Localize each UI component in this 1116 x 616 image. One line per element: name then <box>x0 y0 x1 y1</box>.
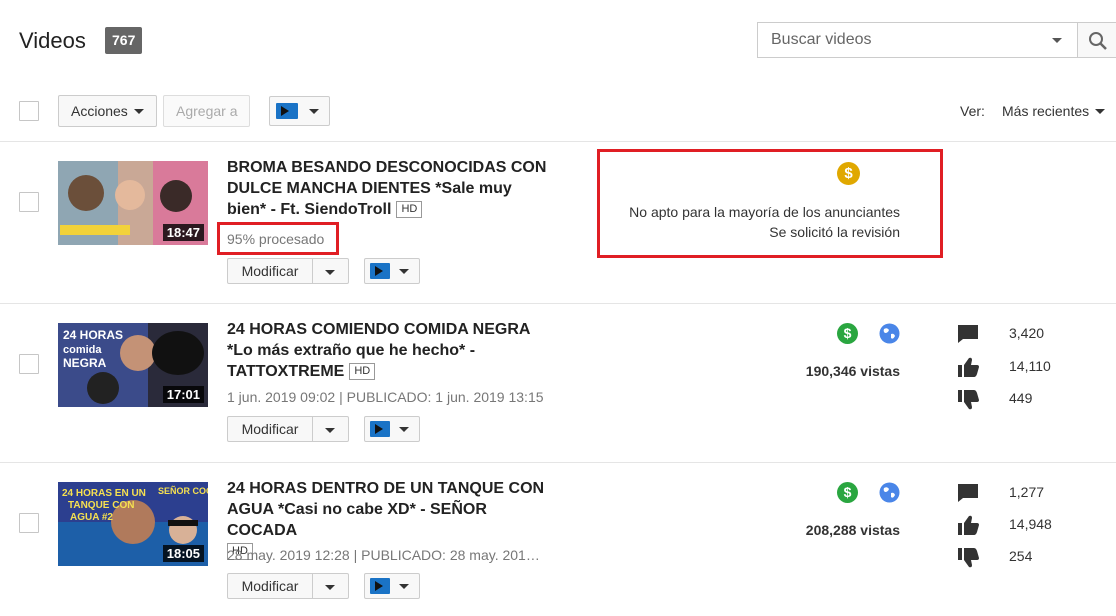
chevron-down-icon <box>133 108 144 114</box>
channel-logo-icon <box>370 421 390 437</box>
edit-dropdown[interactable] <box>314 259 348 283</box>
svg-text:AGUA #2: AGUA #2 <box>70 512 113 523</box>
video-thumbnail[interactable]: 18:47 <box>58 161 208 245</box>
video-duration: 17:01 <box>162 386 204 403</box>
row-checkbox[interactable] <box>19 513 39 533</box>
playlist-button[interactable] <box>364 573 420 599</box>
chevron-down-icon <box>399 584 409 589</box>
video-title-text: 24 HORAS DENTRO DE UN TANQUE CON AGUA *C… <box>227 480 545 539</box>
add-to-button[interactable]: Agregar a <box>163 95 251 127</box>
thumbs-up-icon <box>958 357 979 377</box>
edit-dropdown[interactable] <box>314 417 348 441</box>
edit-button[interactable]: Modificar <box>228 574 313 598</box>
chevron-down-icon <box>325 428 335 433</box>
sort-value: Más recientes <box>1002 103 1090 119</box>
video-duration: 18:47 <box>162 224 204 241</box>
notice-text: No apto para la mayoría de los anunciant… <box>629 204 900 220</box>
processing-status-highlight: 95% procesado <box>217 222 339 255</box>
video-date-meta: 1 jun. 2019 09:02 | PUBLICADO: 1 jun. 20… <box>227 389 544 405</box>
video-row: 18:47 BROMA BESANDO DESCONOCIDAS CON DUL… <box>0 142 1116 304</box>
svg-text:24 HORAS: 24 HORAS <box>63 328 123 342</box>
like-count: 14,110 <box>1009 358 1051 374</box>
svg-text:SEÑOR COCADA: SEÑOR COCADA <box>158 486 208 496</box>
video-title[interactable]: BROMA BESANDO DESCONOCIDAS CON DULCE MAN… <box>227 157 547 220</box>
video-title[interactable]: 24 HORAS COMIENDO COMIDA NEGRA *Lo más e… <box>227 319 547 382</box>
dislike-count: 254 <box>1009 548 1033 564</box>
monetized-icon[interactable]: $ <box>837 323 858 344</box>
limited-ads-icon[interactable]: $ <box>837 162 860 185</box>
monetized-icon[interactable]: $ <box>837 482 858 503</box>
page-title: Videos <box>19 28 86 53</box>
edit-dropdown[interactable] <box>314 574 348 598</box>
video-title-text: 24 HORAS COMIENDO COMIDA NEGRA *Lo más e… <box>227 321 530 380</box>
svg-text:NEGRA: NEGRA <box>63 356 107 370</box>
chevron-down-icon <box>309 109 319 114</box>
svg-text:24 HORAS EN UN: 24 HORAS EN UN <box>62 488 146 499</box>
row-checkbox[interactable] <box>19 192 39 212</box>
hd-badge: HD <box>396 201 423 219</box>
sort-select[interactable]: Más recientes <box>1002 103 1106 119</box>
chevron-down-icon <box>399 269 409 274</box>
svg-text:TANQUE CON: TANQUE CON <box>68 500 134 511</box>
public-globe-icon[interactable] <box>879 482 900 503</box>
chevron-down-icon <box>1095 108 1106 114</box>
svg-text:comida: comida <box>63 344 102 356</box>
search-icon <box>1089 32 1107 50</box>
video-duration: 18:05 <box>162 545 204 562</box>
comments-icon <box>958 484 978 502</box>
chevron-down-icon <box>325 585 335 590</box>
like-count: 14,948 <box>1009 516 1052 532</box>
monetization-notice: $ No apto para la mayoría de los anuncia… <box>597 149 943 258</box>
filter-button[interactable] <box>269 96 330 126</box>
hd-badge: HD <box>349 363 376 381</box>
page-header: Videos 767 <box>0 0 1116 82</box>
thumbs-down-icon <box>958 390 979 410</box>
comments-icon <box>958 325 978 343</box>
comment-count: 3,420 <box>1009 325 1045 341</box>
channel-logo-icon <box>370 263 390 279</box>
view-count: 208,288 vistas <box>805 522 900 538</box>
channel-logo-icon <box>370 578 390 594</box>
channel-logo-icon <box>276 103 298 119</box>
video-thumbnail[interactable]: 24 HORAS EN UN TANQUE CON AGUA #2 SEÑOR … <box>58 482 208 566</box>
chevron-down-icon <box>399 427 409 432</box>
thumbs-up-icon <box>958 515 979 535</box>
video-count-badge: 767 <box>105 27 143 54</box>
search-box[interactable] <box>757 22 1077 58</box>
select-all-checkbox[interactable] <box>19 101 39 121</box>
comment-count: 1,277 <box>1009 484 1045 500</box>
video-thumbnail[interactable]: 24 HORAS comida NEGRA 17:01 <box>58 323 208 407</box>
thumbs-down-icon <box>958 548 979 568</box>
video-date-meta: 28 may. 2019 12:28 | PUBLICADO: 28 may. … <box>227 547 547 563</box>
search-input[interactable] <box>758 23 1038 57</box>
edit-button-group[interactable]: Modificar <box>227 416 349 442</box>
edit-button-group[interactable]: Modificar <box>227 573 349 599</box>
edit-button[interactable]: Modificar <box>228 417 313 441</box>
search-dropdown-icon[interactable] <box>1052 38 1062 43</box>
chevron-down-icon <box>325 270 335 275</box>
edit-button[interactable]: Modificar <box>228 259 313 283</box>
actions-button[interactable]: Acciones <box>58 95 157 127</box>
edit-button-group[interactable]: Modificar <box>227 258 349 284</box>
playlist-button[interactable] <box>364 416 420 442</box>
video-title-text: BROMA BESANDO DESCONOCIDAS CON DULCE MAN… <box>227 159 547 218</box>
dislike-count: 449 <box>1009 390 1033 406</box>
video-row: 24 HORAS EN UN TANQUE CON AGUA #2 SEÑOR … <box>0 463 1116 616</box>
public-globe-icon[interactable] <box>879 323 900 344</box>
video-row: 24 HORAS comida NEGRA 17:01 24 HORAS COM… <box>0 304 1116 463</box>
view-label: Ver: <box>960 103 985 119</box>
playlist-button[interactable] <box>364 258 420 284</box>
toolbar: Acciones Agregar a Ver: Más recientes <box>0 82 1116 142</box>
row-checkbox[interactable] <box>19 354 39 374</box>
review-status-text: Se solicitó la revisión <box>769 224 900 240</box>
search-button[interactable] <box>1077 22 1116 58</box>
processing-status: 95% procesado <box>227 231 325 247</box>
actions-label: Acciones <box>71 103 128 119</box>
view-count: 190,346 vistas <box>805 363 900 379</box>
